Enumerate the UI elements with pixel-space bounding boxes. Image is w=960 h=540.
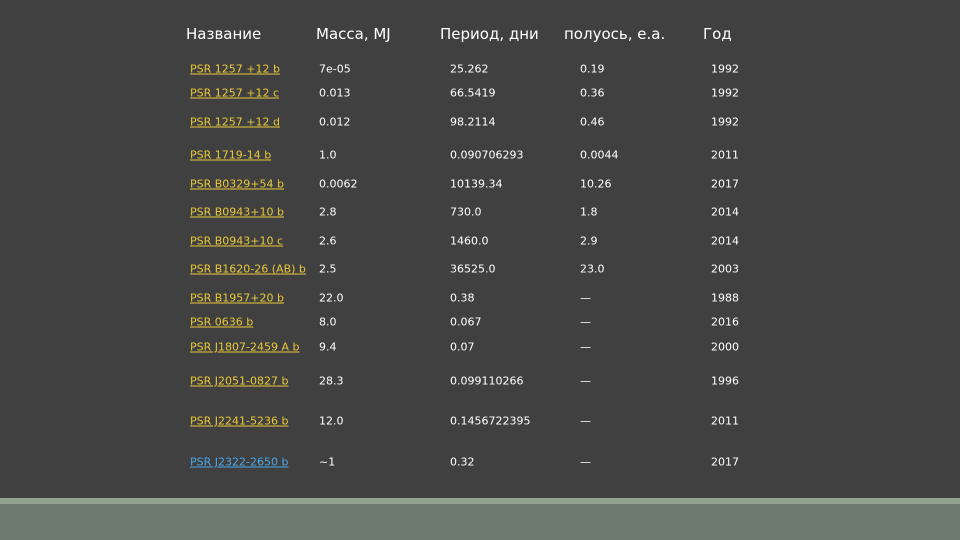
semi-axis-cell: 23.0 bbox=[580, 262, 605, 276]
semi-axis-cell: 0.19 bbox=[580, 62, 605, 76]
mass-cell: 7e-05 bbox=[319, 62, 351, 76]
header-period: Период, дни bbox=[440, 25, 539, 43]
year-cell: 1992 bbox=[711, 62, 739, 76]
period-cell: 0.1456722395 bbox=[450, 414, 531, 428]
mass-cell: 2.6 bbox=[319, 234, 337, 248]
mass-cell: ~1 bbox=[319, 455, 336, 469]
planet-name-link[interactable]: PSR 1257 +12 b bbox=[190, 63, 280, 76]
planet-name-link[interactable]: PSR 1719-14 b bbox=[190, 149, 271, 162]
planet-name-link[interactable]: PSR B0943+10 b bbox=[190, 206, 284, 219]
mass-cell: 2.8 bbox=[319, 205, 337, 219]
header-year: Год bbox=[703, 25, 732, 43]
period-cell: 0.090706293 bbox=[450, 148, 524, 162]
semi-axis-cell: 0.0044 bbox=[580, 148, 619, 162]
planet-name-link[interactable]: PSR B1620-26 (AB) b bbox=[190, 263, 306, 276]
year-cell: 1992 bbox=[711, 115, 739, 129]
header-mass: Масса, MJ bbox=[316, 25, 391, 43]
year-cell: 2017 bbox=[711, 177, 739, 191]
mass-cell: 0.0062 bbox=[319, 177, 358, 191]
period-cell: 66.5419 bbox=[450, 86, 496, 100]
planet-name-link[interactable]: PSR J1807-2459 A b bbox=[190, 341, 299, 354]
year-cell: 2000 bbox=[711, 340, 739, 354]
period-cell: 0.32 bbox=[450, 455, 475, 469]
period-cell: 0.07 bbox=[450, 340, 475, 354]
planet-name-link[interactable]: PSR 1257 +12 c bbox=[190, 87, 279, 100]
period-cell: 0.067 bbox=[450, 315, 482, 329]
period-cell: 1460.0 bbox=[450, 234, 489, 248]
semi-axis-cell: — bbox=[580, 291, 591, 305]
semi-axis-cell: — bbox=[580, 455, 591, 469]
planet-name-link[interactable]: PSR 1257 +12 d bbox=[190, 116, 280, 129]
mass-cell: 0.013 bbox=[319, 86, 351, 100]
year-cell: 2011 bbox=[711, 148, 739, 162]
planet-name-link[interactable]: PSR J2051-0827 b bbox=[190, 375, 288, 388]
period-cell: 730.0 bbox=[450, 205, 482, 219]
semi-axis-cell: 1.8 bbox=[580, 205, 598, 219]
slide: Название Масса, MJ Период, дни полуось, е.а… bbox=[0, 0, 960, 498]
semi-axis-cell: 0.46 bbox=[580, 115, 605, 129]
mass-cell: 2.5 bbox=[319, 262, 337, 276]
mass-cell: 1.0 bbox=[319, 148, 337, 162]
planet-name-link[interactable]: PSR J2241-5236 b bbox=[190, 415, 288, 428]
semi-axis-cell: 10.26 bbox=[580, 177, 612, 191]
semi-axis-cell: 0.36 bbox=[580, 86, 605, 100]
header-name: Название bbox=[186, 25, 262, 43]
semi-axis-cell: — bbox=[580, 414, 591, 428]
mass-cell: 22.0 bbox=[319, 291, 344, 305]
period-cell: 36525.0 bbox=[450, 262, 496, 276]
year-cell: 2014 bbox=[711, 205, 739, 219]
year-cell: 1996 bbox=[711, 374, 739, 388]
planet-name-link[interactable]: PSR B1957+20 b bbox=[190, 292, 284, 305]
mass-cell: 8.0 bbox=[319, 315, 337, 329]
planet-name-link[interactable]: PSR B0329+54 b bbox=[190, 178, 284, 191]
period-cell: 98.2114 bbox=[450, 115, 496, 129]
year-cell: 2017 bbox=[711, 455, 739, 469]
year-cell: 1988 bbox=[711, 291, 739, 305]
year-cell: 2003 bbox=[711, 262, 739, 276]
semi-axis-cell: — bbox=[580, 315, 591, 329]
mass-cell: 28.3 bbox=[319, 374, 344, 388]
year-cell: 1992 bbox=[711, 86, 739, 100]
mass-cell: 12.0 bbox=[319, 414, 344, 428]
footer-strip bbox=[0, 498, 960, 504]
period-cell: 25.262 bbox=[450, 62, 489, 76]
year-cell: 2011 bbox=[711, 414, 739, 428]
semi-axis-cell: — bbox=[580, 340, 591, 354]
period-cell: 0.099110266 bbox=[450, 374, 524, 388]
planet-name-link[interactable]: PSR 0636 b bbox=[190, 316, 253, 329]
semi-axis-cell: — bbox=[580, 374, 591, 388]
period-cell: 10139.34 bbox=[450, 177, 503, 191]
mass-cell: 9.4 bbox=[319, 340, 337, 354]
header-semi-axis: полуось, е.а. bbox=[564, 25, 666, 43]
planet-name-link[interactable]: PSR J2322-2650 b bbox=[190, 456, 288, 469]
mass-cell: 0.012 bbox=[319, 115, 351, 129]
planet-name-link[interactable]: PSR B0943+10 c bbox=[190, 235, 283, 248]
semi-axis-cell: 2.9 bbox=[580, 234, 598, 248]
year-cell: 2016 bbox=[711, 315, 739, 329]
period-cell: 0.38 bbox=[450, 291, 475, 305]
year-cell: 2014 bbox=[711, 234, 739, 248]
